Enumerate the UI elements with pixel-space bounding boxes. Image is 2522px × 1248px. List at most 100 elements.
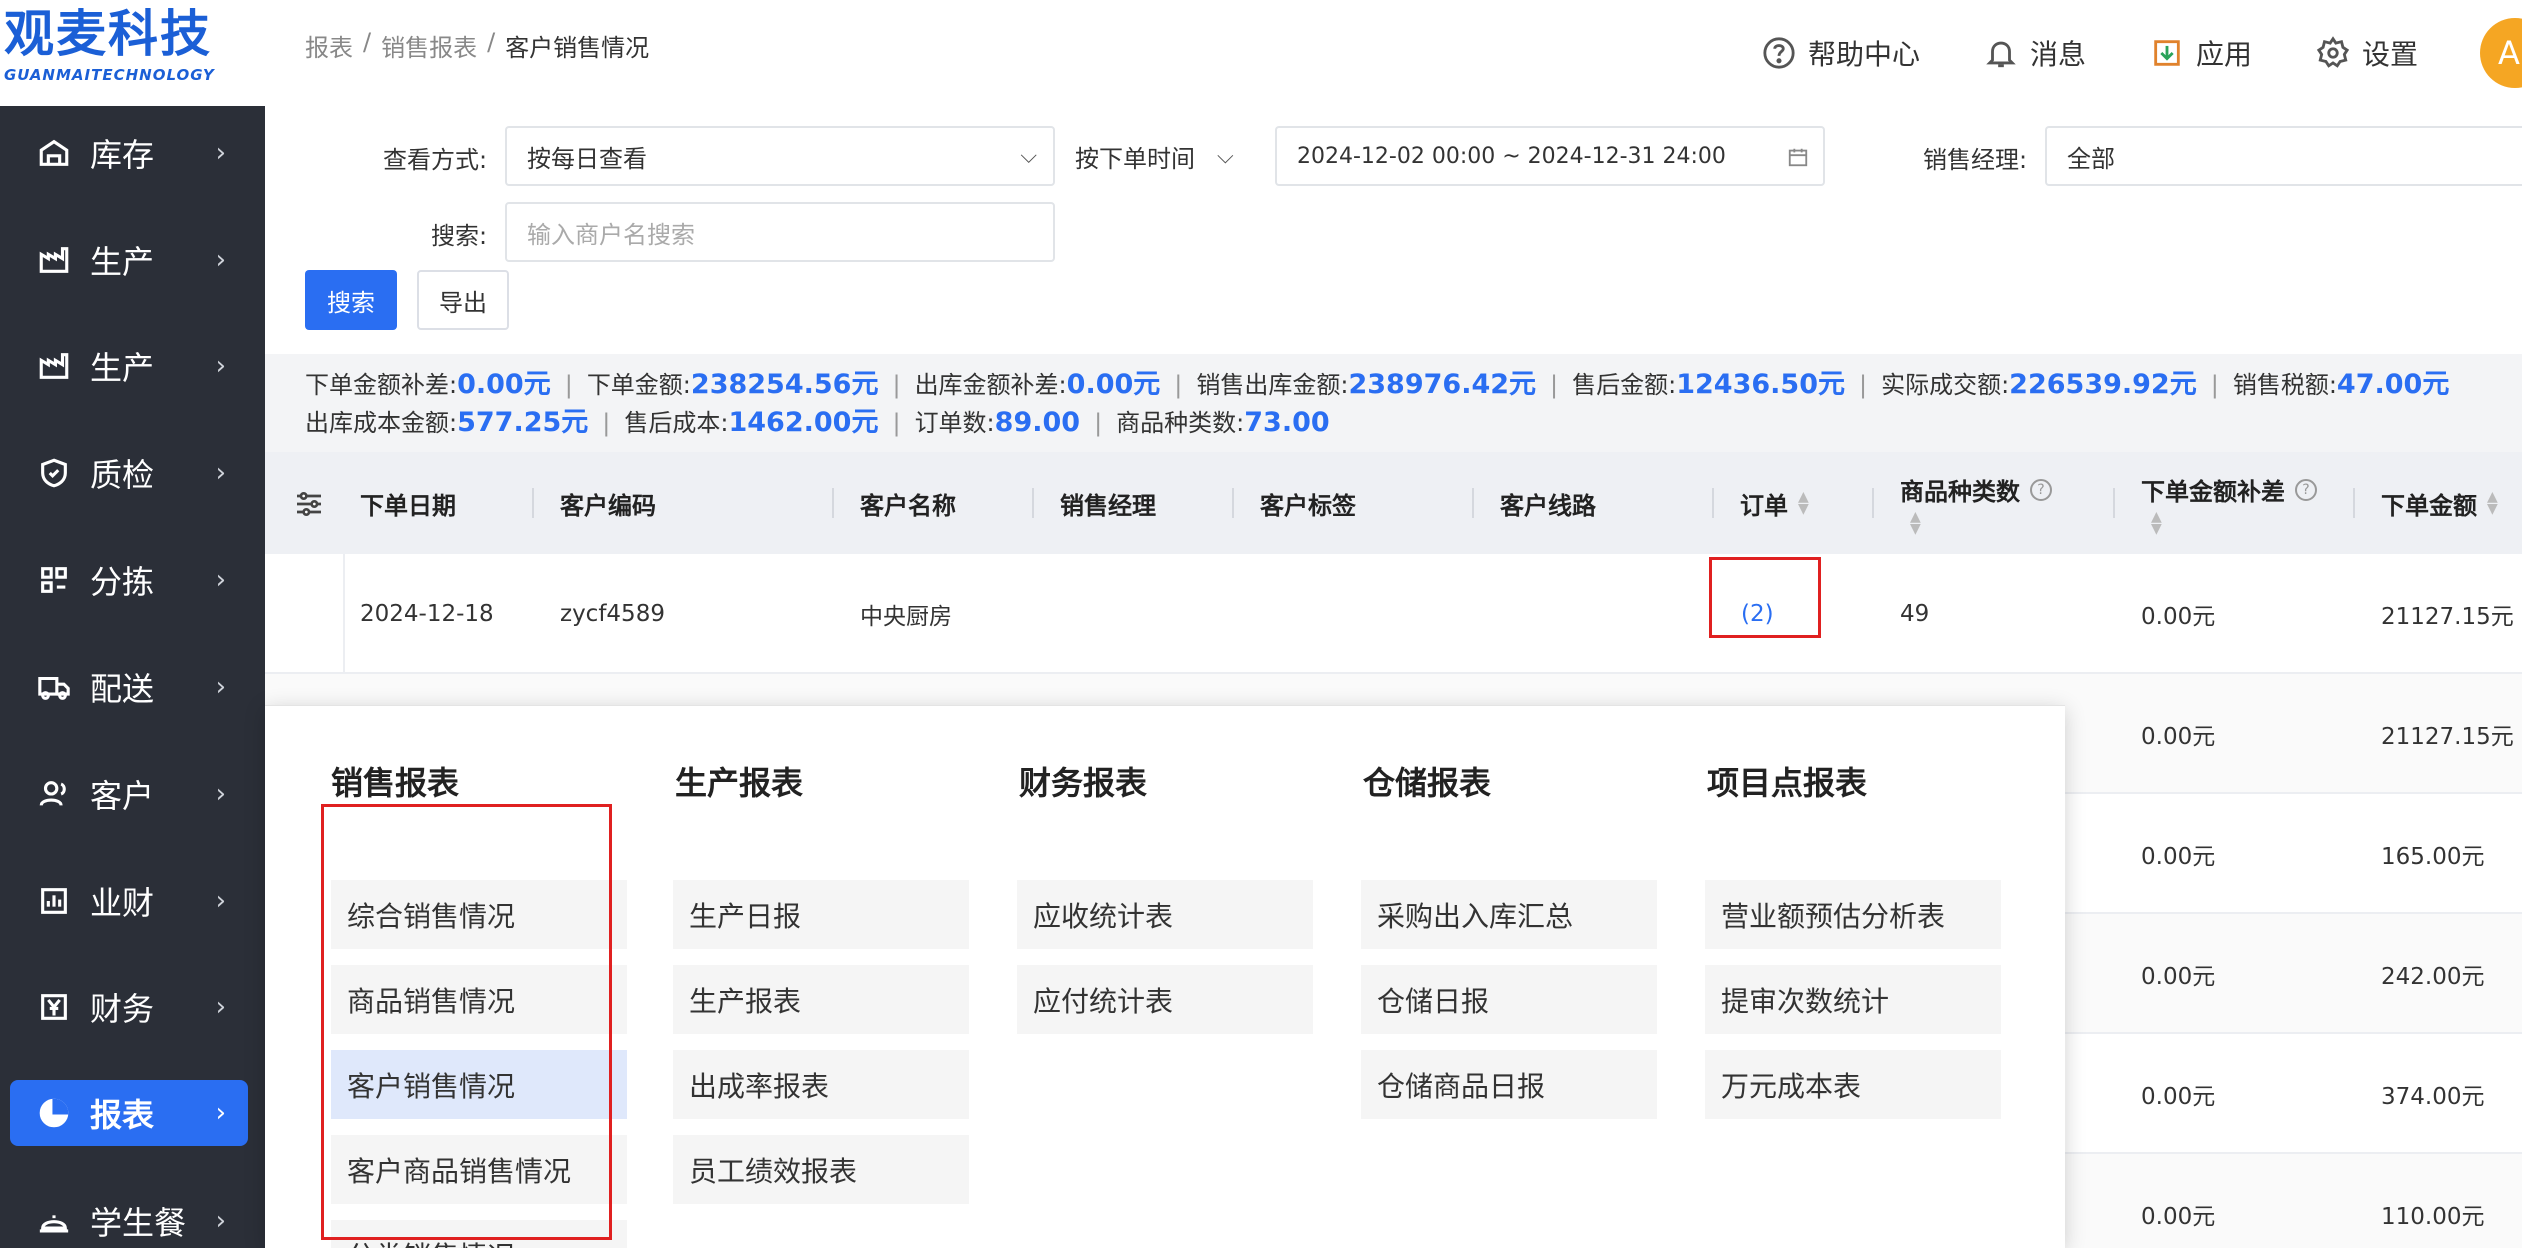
logo-text-en: GUANMAITECHNOLOGY (4, 66, 215, 84)
sidebar-item-label: 库存 (90, 136, 155, 174)
menu-group-title: 财务报表 (1019, 764, 1148, 802)
summary-label: 商品种类数: (1116, 409, 1245, 437)
menu-item-production-report[interactable]: 生产报表 (673, 965, 969, 1034)
sidebar-item-sorting[interactable]: 分拣 › (10, 547, 248, 613)
sidebar-item-production[interactable]: 生产 › (10, 227, 248, 293)
menu-item-storage-product-daily[interactable]: 仓储商品日报 (1361, 1050, 1657, 1119)
column-header-order-amount-diff[interactable]: 下单金额补差? ▲ ▼ (2113, 452, 2317, 554)
column-header-order-amount[interactable]: 下单金额 ▲ ▼ (2353, 452, 2498, 554)
menu-item-purchase-inout-summary[interactable]: 采购出入库汇总 (1361, 880, 1657, 949)
sort-icon[interactable]: ▲ ▼ (2151, 510, 2162, 536)
menu-item-review-count[interactable]: 提审次数统计 (1705, 965, 2001, 1034)
sidebar-item-label: 财务 (90, 990, 155, 1028)
summary-value: 238254.56元 (690, 369, 879, 400)
cell-order-amount-diff: 0.00元 (2141, 844, 2216, 870)
help-circle-icon[interactable]: ? (2295, 478, 2317, 501)
chevron-right-icon: › (215, 1206, 226, 1236)
menu-group-sales: 销售报表 综合销售情况 商品销售情况 客户销售情况 客户商品销售情况 分类销售情… (329, 758, 627, 1248)
sidebar-item-reports[interactable]: 报表 › (10, 1080, 248, 1146)
menu-item-production-daily[interactable]: 生产日报 (673, 880, 969, 949)
menu-item-storage-daily[interactable]: 仓储日报 (1361, 965, 1657, 1034)
gear-icon (2316, 36, 2350, 68)
chevron-down-icon: ⌵ (1217, 143, 1234, 169)
view-mode-select[interactable]: 按每日查看 ⌵ (505, 126, 1055, 186)
column-settings-icon[interactable] (293, 488, 325, 524)
sidebar-item-business-finance[interactable]: 业财 › (10, 868, 248, 934)
column-header-order-date: 下单日期 (360, 452, 456, 554)
cell-order-amount-diff: 0.00元 (2141, 604, 2216, 630)
date-range-picker[interactable]: 2024-12-02 00:00 ~ 2024-12-31 24:00 (1275, 126, 1825, 186)
menu-group-storage: 仓储报表 采购出入库汇总 仓储日报 仓储商品日报 (1361, 758, 1657, 1119)
apps-button[interactable]: 应用 (2150, 33, 2252, 73)
logo[interactable]: 观麦科技 GUANMAITECHNOLOGY (0, 0, 265, 106)
sidebar-item-student-meal[interactable]: 学生餐 › (10, 1188, 248, 1248)
column-header-customer-name: 客户名称 (832, 452, 956, 554)
summary-value: 577.25元 (457, 407, 589, 438)
cell-customer-code: zycf4589 (560, 601, 665, 627)
column-header-label: 销售经理 (1060, 491, 1156, 520)
menu-item-revenue-forecast[interactable]: 营业额预估分析表 (1705, 880, 2001, 949)
cell-order-date: 2024-12-18 (360, 601, 494, 627)
menu-item-cost-per-10k[interactable]: 万元成本表 (1705, 1050, 2001, 1119)
breadcrumb-reports[interactable]: 报表 (305, 28, 353, 63)
help-center-button[interactable]: 帮助中心 (1762, 33, 1920, 73)
merchant-search-input[interactable]: 输入商户名搜索 (505, 202, 1055, 262)
column-divider (2353, 488, 2355, 518)
sort-icon[interactable]: ▲ ▼ (2487, 490, 2498, 516)
cell-customer-name: 中央厨房 (860, 604, 952, 630)
menu-item-yield-rate[interactable]: 出成率报表 (673, 1050, 969, 1119)
help-center-label: 帮助中心 (1807, 38, 1920, 71)
messages-button[interactable]: 消息 (1984, 33, 2086, 73)
table-row[interactable]: 2024-12-18 zycf4589 中央厨房 (2) 49 0.00元 21… (265, 554, 2522, 674)
menu-item-receivables[interactable]: 应收统计表 (1017, 880, 1313, 949)
user-icon (36, 776, 72, 812)
search-button[interactable]: 搜索 (305, 270, 397, 330)
menu-group-title: 仓储报表 (1363, 764, 1492, 802)
column-header-customer-tag: 客户标签 (1232, 452, 1356, 554)
export-button[interactable]: 导出 (417, 270, 509, 330)
shield-check-icon (36, 455, 72, 491)
sidebar-item-customer[interactable]: 客户 › (10, 761, 248, 827)
summary-label: 出库成本金额: (305, 409, 458, 437)
chevron-right-icon: › (215, 779, 226, 809)
time-type-select[interactable]: 按下单时间 ⌵ (1075, 126, 1255, 186)
sales-manager-select[interactable]: 全部 (2045, 126, 2522, 186)
menu-item-staff-performance[interactable]: 员工绩效报表 (673, 1135, 969, 1204)
cell-product-types: 49 (1900, 601, 1930, 627)
sort-icon[interactable]: ▲ ▼ (1910, 510, 1921, 536)
breadcrumb-current: 客户销售情况 (505, 34, 650, 62)
column-header-customer-code: 客户编码 (532, 452, 656, 554)
summary-value: 1462.00元 (728, 407, 879, 438)
settings-label: 设置 (2361, 38, 2418, 71)
column-divider (1472, 488, 1474, 518)
sidebar-item-label: 报表 (90, 1096, 155, 1134)
summary-value: 89.00 (994, 407, 1081, 438)
filter-panel: 查看方式: 按每日查看 ⌵ 按下单时间 ⌵ 2024-12-02 00:00 ~… (265, 106, 2522, 354)
sidebar-item-production-2[interactable]: 生产 › (10, 333, 248, 399)
chevron-right-icon: › (215, 245, 226, 275)
settings-button[interactable]: 设置 (2316, 33, 2418, 73)
help-circle-icon[interactable]: ? (2030, 478, 2052, 501)
sidebar-item-delivery[interactable]: 配送 › (10, 654, 248, 720)
column-header-product-types[interactable]: 商品种类数? ▲ ▼ (1872, 452, 2052, 554)
summary-divider: | (1174, 371, 1183, 399)
column-header-orders[interactable]: 订单 ▲ ▼ (1712, 452, 1809, 554)
yen-icon (36, 989, 72, 1025)
sidebar-item-label: 配送 (90, 670, 155, 708)
chevron-right-icon: › (215, 1098, 226, 1128)
avatar[interactable]: A (2480, 18, 2522, 88)
column-divider (832, 488, 834, 518)
sidebar-item-inventory[interactable]: 库存 › (10, 120, 248, 186)
breadcrumb-sales-reports[interactable]: 销售报表 (381, 28, 477, 63)
summary-label: 售后金额: (1572, 371, 1677, 399)
menu-item-payables[interactable]: 应付统计表 (1017, 965, 1313, 1034)
sidebar-item-label: 分拣 (90, 563, 155, 601)
breadcrumb-separator: / (487, 28, 496, 56)
chevron-right-icon: › (215, 138, 226, 168)
summary-divider: | (892, 409, 901, 437)
sidebar-item-quality[interactable]: 质检 › (10, 440, 248, 506)
sales-reports-highlight (321, 804, 612, 1240)
time-type-value: 按下单时间 (1075, 144, 1195, 173)
sort-icon[interactable]: ▲ ▼ (1798, 490, 1809, 516)
sidebar-item-finance[interactable]: 财务 › (10, 974, 248, 1040)
